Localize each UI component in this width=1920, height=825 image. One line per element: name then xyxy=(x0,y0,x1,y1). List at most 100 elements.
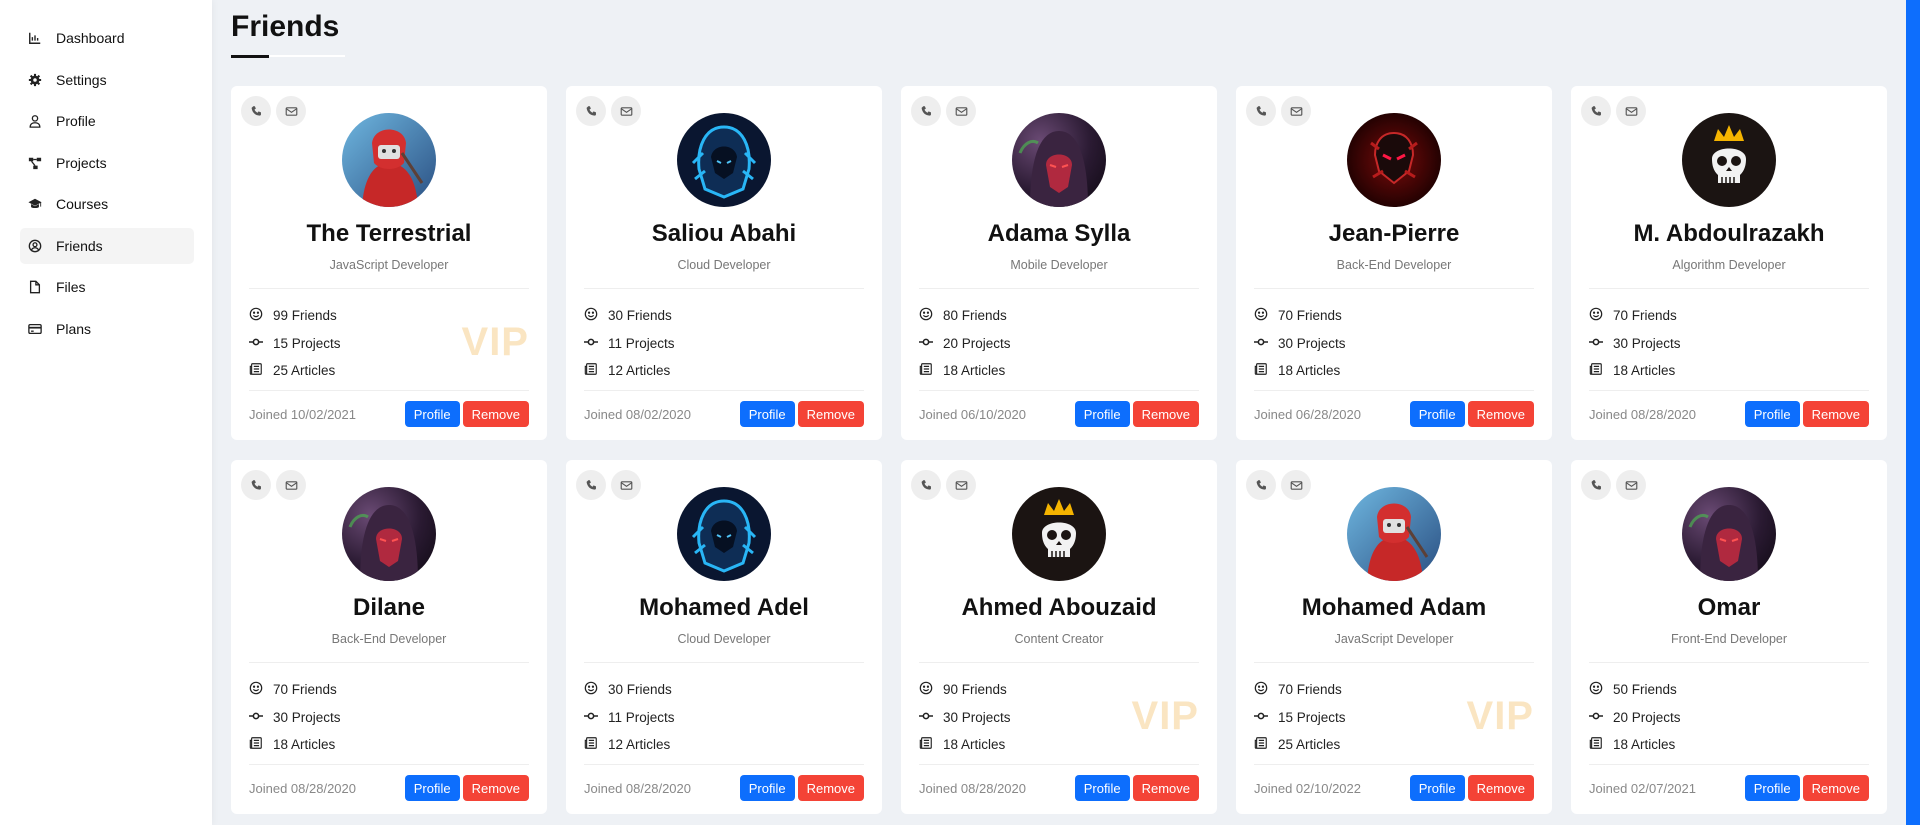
sidebar-item-courses[interactable]: Courses xyxy=(20,186,194,222)
phone-icon[interactable] xyxy=(1581,470,1611,500)
remove-button[interactable]: Remove xyxy=(1802,401,1869,427)
profile-button[interactable]: Profile xyxy=(739,401,795,427)
newspaper-icon xyxy=(1589,362,1613,379)
contact-actions xyxy=(1581,96,1646,126)
mail-icon[interactable] xyxy=(1616,96,1646,126)
friend-role: Mobile Developer xyxy=(1010,258,1108,272)
divider xyxy=(584,390,864,391)
stat-friends: 70 Friends xyxy=(1589,302,1681,330)
remove-button[interactable]: Remove xyxy=(1132,775,1199,801)
phone-icon[interactable] xyxy=(911,96,941,126)
profile-button[interactable]: Profile xyxy=(1744,775,1800,801)
remove-button[interactable]: Remove xyxy=(1802,775,1869,801)
phone-icon[interactable] xyxy=(241,470,271,500)
avatar xyxy=(1012,113,1106,207)
sidebar-item-label: Friends xyxy=(56,237,103,254)
contact-actions xyxy=(911,96,976,126)
friend-name: Omar xyxy=(1697,594,1761,621)
circle-user-icon xyxy=(28,239,42,253)
stat-articles-label: 18 Articles xyxy=(1613,737,1676,753)
mail-icon[interactable] xyxy=(946,470,976,500)
avatar xyxy=(1682,487,1776,581)
card-footer: Joined 08/28/2020 Profile Remove xyxy=(249,775,529,801)
stat-projects: 15 Projects xyxy=(1254,704,1346,732)
mail-icon[interactable] xyxy=(1281,470,1311,500)
friend-role: Cloud Developer xyxy=(677,258,771,272)
friend-stats: 30 Friends 11 Projects 12 Articles xyxy=(584,302,675,385)
commit-icon xyxy=(1589,709,1613,726)
phone-icon[interactable] xyxy=(576,96,606,126)
sidebar-item-settings[interactable]: Settings xyxy=(20,62,194,98)
phone-icon[interactable] xyxy=(241,96,271,126)
phone-icon[interactable] xyxy=(576,470,606,500)
sidebar-item-friends[interactable]: Friends xyxy=(20,227,194,264)
mail-icon[interactable] xyxy=(276,470,306,500)
divider xyxy=(1254,288,1534,289)
profile-button[interactable]: Profile xyxy=(1744,401,1800,427)
remove-button[interactable]: Remove xyxy=(1467,401,1534,427)
phone-icon[interactable] xyxy=(1581,96,1611,126)
sidebar-item-files[interactable]: Files xyxy=(20,269,194,305)
remove-button[interactable]: Remove xyxy=(797,401,864,427)
phone-icon[interactable] xyxy=(911,470,941,500)
stat-articles: 25 Articles xyxy=(1254,731,1346,759)
profile-button[interactable]: Profile xyxy=(1074,775,1130,801)
remove-button[interactable]: Remove xyxy=(797,775,864,801)
sidebar-item-projects[interactable]: Projects xyxy=(20,145,194,181)
profile-button[interactable]: Profile xyxy=(404,775,460,801)
remove-button[interactable]: Remove xyxy=(462,775,529,801)
card-footer: Joined 02/07/2021 Profile Remove xyxy=(1589,775,1869,801)
joined-date: Joined 02/07/2021 xyxy=(1589,780,1696,796)
remove-button[interactable]: Remove xyxy=(462,401,529,427)
remove-button[interactable]: Remove xyxy=(1467,775,1534,801)
profile-button[interactable]: Profile xyxy=(1409,775,1465,801)
commit-icon xyxy=(1254,335,1278,352)
sidebar-item-profile[interactable]: Profile xyxy=(20,103,194,139)
remove-button[interactable]: Remove xyxy=(1132,401,1199,427)
friend-card: Adama Sylla Mobile Developer 80 Friends 20 … xyxy=(901,86,1217,440)
mail-icon[interactable] xyxy=(611,96,641,126)
stat-articles: 25 Articles xyxy=(249,357,341,385)
friend-role: Content Creator xyxy=(1014,632,1104,646)
stat-friends-label: 90 Friends xyxy=(943,682,1007,698)
stat-friends: 30 Friends xyxy=(584,302,675,330)
stat-projects-label: 30 Projects xyxy=(943,709,1011,725)
sidebar-item-label: Profile xyxy=(56,113,96,129)
accent-edge xyxy=(1906,0,1920,825)
gear-icon xyxy=(28,73,42,87)
newspaper-icon xyxy=(919,362,943,379)
friend-name: Mohamed Adel xyxy=(639,594,809,621)
divider xyxy=(249,662,529,663)
profile-button[interactable]: Profile xyxy=(1074,401,1130,427)
stat-projects-label: 15 Projects xyxy=(273,335,341,351)
newspaper-icon xyxy=(584,362,608,379)
sidebar-item-dashboard[interactable]: Dashboard xyxy=(20,20,194,56)
contact-actions xyxy=(241,96,306,126)
sidebar-item-label: Dashboard xyxy=(56,30,125,46)
mail-icon[interactable] xyxy=(946,96,976,126)
phone-icon[interactable] xyxy=(1246,470,1276,500)
mail-icon[interactable] xyxy=(1616,470,1646,500)
stat-articles-label: 12 Articles xyxy=(608,737,671,753)
profile-button[interactable]: Profile xyxy=(739,775,795,801)
divider xyxy=(584,288,864,289)
joined-date: Joined 08/28/2020 xyxy=(249,780,356,796)
avatar xyxy=(1682,113,1776,207)
chart-line-icon xyxy=(28,31,42,45)
friend-stats: 99 Friends 15 Projects 25 Articles xyxy=(249,302,341,385)
profile-button[interactable]: Profile xyxy=(1409,401,1465,427)
sidebar-item-plans[interactable]: Plans xyxy=(20,311,194,347)
profile-button[interactable]: Profile xyxy=(404,401,460,427)
stat-friends-label: 70 Friends xyxy=(273,682,337,698)
stat-projects-label: 15 Projects xyxy=(1278,709,1346,725)
newspaper-icon xyxy=(584,736,608,753)
friend-name: Dilane xyxy=(352,594,426,621)
smile-icon xyxy=(249,681,273,698)
user-icon xyxy=(28,114,42,128)
mail-icon[interactable] xyxy=(276,96,306,126)
joined-date: Joined 10/02/2021 xyxy=(249,406,356,422)
mail-icon[interactable] xyxy=(611,470,641,500)
mail-icon[interactable] xyxy=(1281,96,1311,126)
phone-icon[interactable] xyxy=(1246,96,1276,126)
stat-friends-label: 99 Friends xyxy=(273,308,337,324)
